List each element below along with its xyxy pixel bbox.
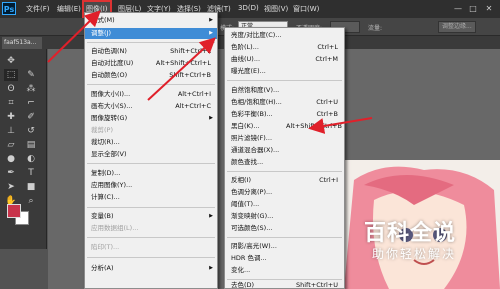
minimize-icon[interactable]: —	[452, 3, 464, 14]
menu-separator	[227, 171, 342, 172]
menu-item-curves[interactable]: 曲线(U)... Ctrl+M	[225, 54, 344, 65]
menu-item-shadows-highlights[interactable]: 阴影/高光(W)...	[225, 241, 344, 252]
stamp-icon[interactable]: ⊥	[4, 125, 18, 137]
menu-item-vibrance[interactable]: 自然饱和度(V)...	[225, 85, 344, 96]
menu-item-duplicate[interactable]: 复制(D)...	[85, 168, 217, 179]
menu-item-invert[interactable]: 反相(I) Ctrl+I	[225, 175, 344, 186]
menu-separator	[87, 207, 215, 208]
healing-icon[interactable]: ✚	[4, 111, 18, 123]
submenu-arrow-icon: ▶	[209, 17, 213, 23]
menu-item-apply-image[interactable]: 应用图像(Y)...	[85, 180, 217, 191]
gradient-icon[interactable]: ▤	[24, 139, 38, 151]
watermark: 百科全说 助你轻松解决	[352, 213, 500, 269]
menu-item-calculations[interactable]: 计算(C)...	[85, 192, 217, 203]
menu-item-auto-color[interactable]: 自动颜色(O) Shift+Ctrl+B	[85, 70, 217, 81]
watermark-subtitle: 助你轻松解决	[372, 247, 457, 261]
menu-item-crop: 裁剪(P)	[91, 126, 113, 134]
menu-item-variations[interactable]: 变化...	[225, 265, 344, 276]
menu-item-gradient-map[interactable]: 渐变映射(G)...	[225, 211, 344, 222]
foreground-color-swatch[interactable]	[7, 204, 21, 218]
menu-item-analysis[interactable]: 分析(A) ▶	[85, 263, 217, 274]
menu-item-reveal-all[interactable]: 显示全部(V)	[85, 149, 217, 160]
menu-item-color-lookup[interactable]: 颜色查找...	[225, 157, 344, 168]
menu-item-auto-tone[interactable]: 自动色调(N) Shift+Ctrl+L	[85, 46, 217, 57]
menu-item-hdr-toning[interactable]: HDR 色调...	[225, 253, 344, 264]
menu-item-trim[interactable]: 裁切(R)...	[85, 137, 217, 148]
menu-item-image-size[interactable]: 图像大小(I)... Alt+Ctrl+I	[85, 89, 217, 100]
menu-item-adjust[interactable]: 调整(J) ▶	[85, 28, 217, 39]
menu-item-exposure[interactable]: 曝光度(E)...	[225, 66, 344, 77]
menu-separator	[227, 80, 342, 81]
eraser-icon[interactable]: ▱	[4, 139, 18, 151]
type-icon[interactable]: T	[24, 167, 38, 179]
path-select-icon[interactable]: ➤	[4, 181, 18, 193]
menu-bar: Ps 文件(F) 编辑(E) 图像(I) 图层(L) 文字(Y) 选择(S) 滤…	[0, 0, 500, 18]
document-tab[interactable]: faaf513a...	[2, 37, 42, 49]
move-icon[interactable]: ✥	[4, 55, 18, 67]
menu-item-variables[interactable]: 变量(B) ▶	[85, 211, 217, 222]
menu-separator	[87, 42, 215, 43]
menu-file[interactable]: 文件(F)	[26, 4, 50, 14]
menu-item-trap: 陷印(T)...	[91, 243, 120, 251]
zoom-icon[interactable]: ⌕	[24, 195, 38, 207]
shape-icon[interactable]: ■	[24, 181, 38, 193]
close-icon[interactable]: ✕	[483, 3, 495, 14]
blur-icon[interactable]: ●	[4, 153, 18, 165]
menu-item-levels[interactable]: 色阶(L)... Ctrl+L	[225, 42, 344, 53]
menu-separator	[227, 237, 342, 238]
marquee-icon[interactable]: ⬚	[4, 69, 18, 81]
menu-item-hue-saturation[interactable]: 色相/饱和度(H)... Ctrl+U	[225, 97, 344, 108]
menu-separator	[87, 84, 215, 85]
watermark-title: 百科全说	[364, 221, 457, 246]
dodge-icon[interactable]: ◐	[24, 153, 38, 165]
quick-select-icon[interactable]: ✎	[24, 69, 38, 81]
submenu-arrow-icon: ▶	[209, 115, 213, 121]
menu-item-canvas-size[interactable]: 画布大小(S)... Alt+Ctrl+C	[85, 101, 217, 112]
lasso-icon[interactable]: ʘ	[4, 83, 18, 95]
image-menu: 模式(M) ▶ 调整(J) ▶ 自动色调(N) Shift+Ctrl+L 自动对比度(…	[84, 12, 218, 289]
menu-3d[interactable]: 3D(D)	[238, 4, 259, 12]
maximize-icon[interactable]: □	[467, 3, 479, 14]
refine-edge-button[interactable]: 调整边缘...	[438, 21, 476, 33]
menu-item-image-rotation[interactable]: 图像旋转(G) ▶	[85, 113, 217, 124]
menu-item-photo-filter[interactable]: 照片滤镜(F)...	[225, 133, 344, 144]
menu-item-color-balance[interactable]: 色彩平衡(B)... Ctrl+B	[225, 109, 344, 120]
history-brush-icon[interactable]: ↺	[24, 125, 38, 137]
photoshop-logo-icon: Ps	[2, 2, 16, 15]
crop-icon[interactable]: ⌗	[4, 97, 18, 109]
menu-item-posterize[interactable]: 色调分离(P)...	[225, 187, 344, 198]
menu-item-selective-color[interactable]: 可选颜色(S)...	[225, 223, 344, 234]
menu-item-channel-mixer[interactable]: 通道混合器(X)...	[225, 145, 344, 156]
menu-window[interactable]: 窗口(W)	[293, 4, 319, 14]
eyedropper-icon[interactable]: ⌐	[24, 97, 38, 109]
pen-icon[interactable]: ✒	[4, 167, 18, 179]
menu-item-desaturate[interactable]: 去色(D) Shift+Ctrl+U	[225, 280, 344, 289]
submenu-arrow-icon: ▶	[209, 265, 213, 271]
menu-item-black-white[interactable]: 黑白(K)... Alt+Shift+Ctrl+B	[225, 121, 344, 132]
menu-edit[interactable]: 编辑(E)	[57, 4, 81, 14]
flow-label: 流量:	[368, 25, 383, 32]
adjustments-submenu: 亮度/对比度(C)... 色阶(L)... Ctrl+L 曲线(U)... Ctrl…	[224, 27, 345, 289]
menu-separator	[87, 163, 215, 164]
menu-item-auto-contrast[interactable]: 自动对比度(U) Alt+Shift+Ctrl+L	[85, 58, 217, 69]
menu-item-apply-data-set: 应用数据组(L)...	[91, 224, 139, 232]
submenu-arrow-icon: ▶	[209, 213, 213, 219]
magic-wand-icon[interactable]: ⁂	[24, 83, 38, 95]
menu-item-threshold[interactable]: 阈值(T)...	[225, 199, 344, 210]
menu-item-mode[interactable]: 模式(M) ▶	[85, 15, 217, 26]
brush-icon[interactable]: ✐	[24, 111, 38, 123]
submenu-arrow-icon: ▶	[209, 30, 213, 36]
menu-separator	[87, 237, 215, 238]
menu-view[interactable]: 视图(V)	[264, 4, 288, 14]
menu-item-brightness-contrast[interactable]: 亮度/对比度(C)...	[225, 30, 344, 41]
menu-separator	[87, 257, 215, 258]
